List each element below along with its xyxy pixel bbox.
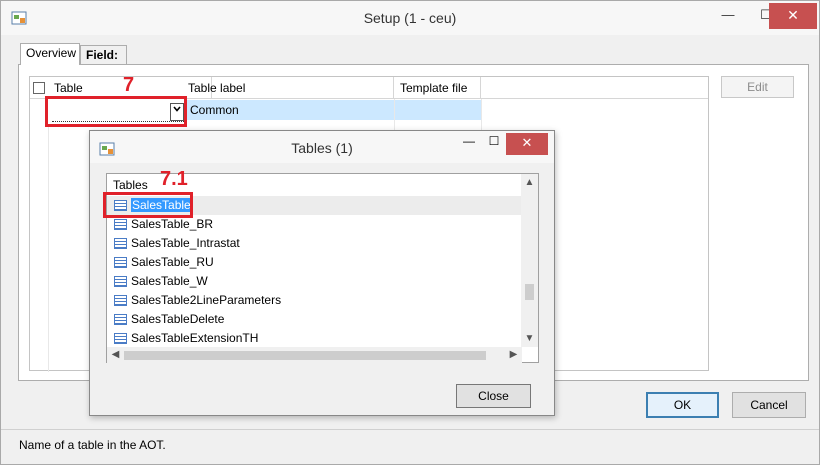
selected-item-highlight xyxy=(103,192,193,218)
scroll-left-icon[interactable]: ◀ xyxy=(107,347,124,363)
table-icon xyxy=(114,314,127,325)
select-all-checkbox[interactable] xyxy=(33,82,45,94)
list-item[interactable]: SalesTableExtensionTH xyxy=(107,329,522,348)
chevron-down-icon[interactable] xyxy=(170,103,184,121)
dialog-close-icon-button[interactable]: ✕ xyxy=(506,133,548,155)
tab-overview[interactable]: Overview xyxy=(20,43,80,65)
tab-field[interactable]: Field: xyxy=(80,45,127,66)
list-item-label: SalesTable_RU xyxy=(131,255,214,269)
scroll-thumb[interactable] xyxy=(525,284,534,300)
table-combo-input[interactable] xyxy=(52,103,184,122)
list-item[interactable]: SalesTable_Intrastat xyxy=(107,234,522,253)
table-icon xyxy=(114,257,127,268)
tables-dialog: Tables (1) — ☐ ✕ Tables SalesTable SalesT… xyxy=(89,130,555,416)
title-bar[interactable]: Setup (1 - ceu) — ☐ ✕ xyxy=(1,1,819,35)
close-window-button[interactable]: ✕ xyxy=(769,3,817,29)
table-icon xyxy=(114,333,127,344)
list-item-label: SalesTable_W xyxy=(131,274,208,288)
close-button[interactable]: Close xyxy=(456,384,531,408)
list-item[interactable]: SalesTable_RU xyxy=(107,253,522,272)
annotation-step-7: 7 xyxy=(123,74,135,96)
list-item-label: SalesTable_Intrastat xyxy=(131,236,240,250)
scroll-right-icon[interactable]: ▶ xyxy=(505,347,522,363)
column-divider xyxy=(48,99,49,372)
table-icon xyxy=(114,238,127,249)
list-items: SalesTable SalesTable_BR SalesTable_Intras… xyxy=(107,196,522,348)
table-icon xyxy=(114,295,127,306)
list-item-label: SalesTableExtensionTH xyxy=(131,331,259,345)
dialog-minimize-button[interactable]: — xyxy=(457,134,481,156)
list-item-label: SalesTable_BR xyxy=(131,217,214,231)
table-icon xyxy=(114,276,127,287)
minimize-button[interactable]: — xyxy=(713,3,743,29)
dialog-title-bar[interactable]: Tables (1) — ☐ ✕ xyxy=(90,131,554,163)
window-title: Setup (1 - ceu) xyxy=(363,10,457,26)
annotation-step-7-1: 7.1 xyxy=(160,168,188,190)
edit-button[interactable]: Edit xyxy=(721,76,794,98)
column-header-template-file[interactable]: Template file xyxy=(396,77,481,99)
list-item[interactable]: SalesTableDelete xyxy=(107,310,522,329)
ok-button[interactable]: OK xyxy=(646,392,719,418)
table-icon xyxy=(114,219,127,230)
status-text: Name of a table in the AOT. xyxy=(19,438,166,452)
horizontal-scrollbar[interactable]: ◀ ▶ xyxy=(107,347,522,363)
column-header-table-label[interactable]: Table label xyxy=(184,77,394,99)
table-combo-highlight xyxy=(45,96,187,127)
list-item-label: SalesTable2LineParameters xyxy=(131,293,282,307)
list-item[interactable]: SalesTable2LineParameters xyxy=(107,291,522,310)
scroll-down-icon[interactable]: ▼ xyxy=(521,330,538,347)
scroll-up-icon[interactable]: ▲ xyxy=(521,174,538,191)
table-label-cell: Common xyxy=(190,103,239,117)
vertical-scrollbar[interactable]: ▲ ▼ xyxy=(521,174,538,347)
status-bar: Name of a table in the AOT. xyxy=(1,429,819,459)
scroll-thumb[interactable] xyxy=(124,351,486,360)
dialog-maximize-button[interactable]: ☐ xyxy=(482,134,506,156)
list-item[interactable]: SalesTable_W xyxy=(107,272,522,291)
cancel-button[interactable]: Cancel xyxy=(732,392,806,418)
list-item-label: SalesTableDelete xyxy=(131,312,225,326)
